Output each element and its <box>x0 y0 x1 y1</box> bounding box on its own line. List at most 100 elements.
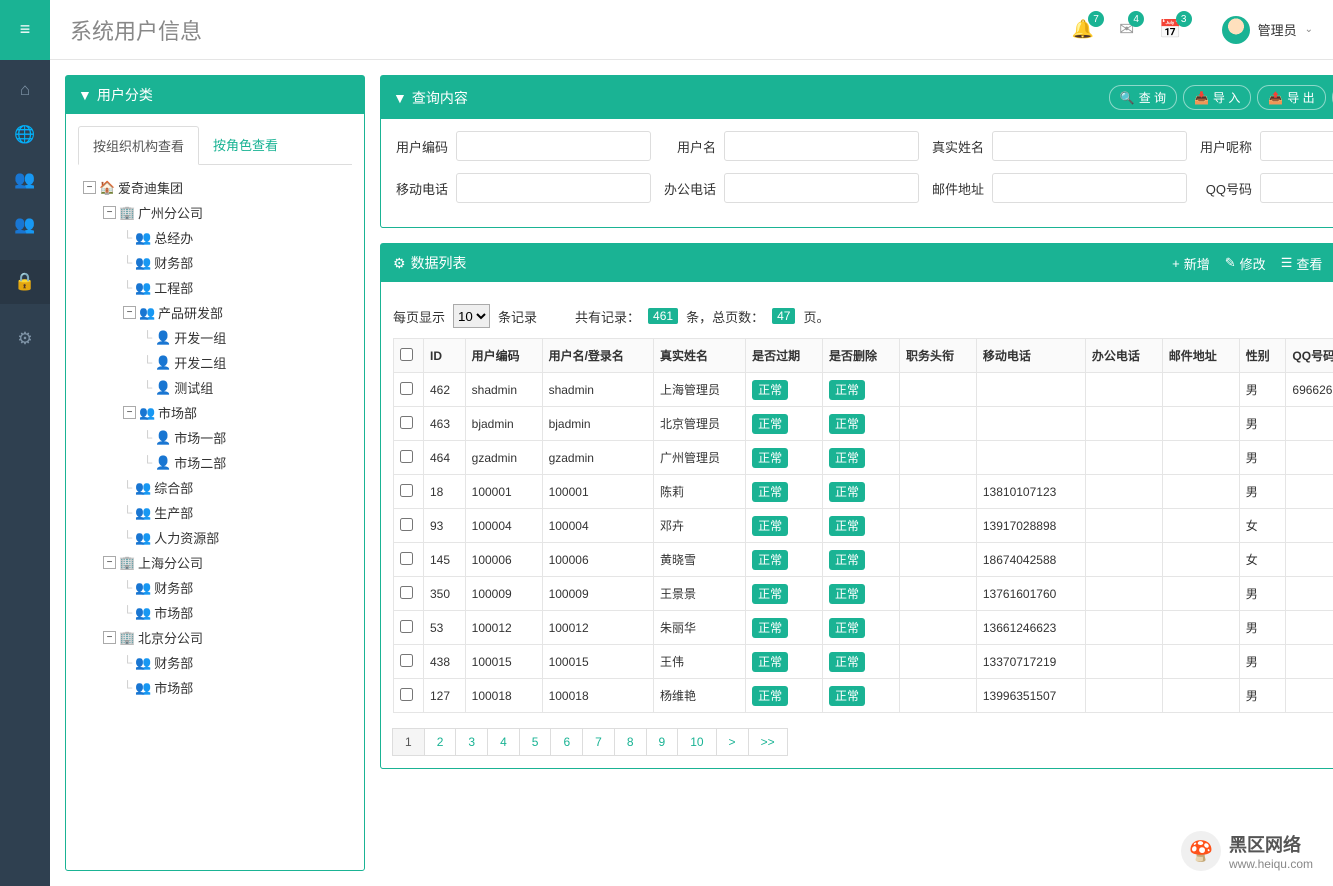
nav-lock-icon[interactable]: 🔒 <box>0 260 50 304</box>
col-email[interactable]: 邮件地址 <box>1162 339 1239 373</box>
table-row[interactable]: 93 100004 100004 邓卉 正常 正常 13917028898 女 … <box>394 509 1333 543</box>
tree-node[interactable]: 市场部 <box>154 678 193 697</box>
tree-toggle[interactable]: − <box>83 181 96 194</box>
row-checkbox[interactable] <box>400 484 413 497</box>
page-button[interactable]: 8 <box>614 728 647 756</box>
row-checkbox[interactable] <box>400 620 413 633</box>
export-button[interactable]: 📤导 出 <box>1257 85 1325 110</box>
table-row[interactable]: 438 100015 100015 王伟 正常 正常 13370717219 男… <box>394 645 1333 679</box>
row-checkbox[interactable] <box>400 552 413 565</box>
page-button[interactable]: 10 <box>677 728 716 756</box>
table-row[interactable]: 145 100006 100006 黄晓雪 正常 正常 18674042588 … <box>394 543 1333 577</box>
page-button[interactable]: 6 <box>550 728 583 756</box>
nav-globe-icon[interactable]: 🌐 <box>14 125 35 145</box>
page-button[interactable]: > <box>716 728 749 756</box>
tree-node[interactable]: 开发一组 <box>174 328 226 347</box>
col-login[interactable]: 用户名/登录名 <box>542 339 653 373</box>
search-button[interactable]: 🔍查 询 <box>1109 85 1177 110</box>
tree-node-gz[interactable]: 广州分公司 <box>138 203 203 222</box>
input-nickname[interactable] <box>1260 131 1333 161</box>
tab-by-role[interactable]: 按角色查看 <box>199 126 292 164</box>
tree-root[interactable]: 爱奇迪集团 <box>118 178 183 197</box>
tree-node[interactable]: 市场部 <box>154 603 193 622</box>
page-button[interactable]: 5 <box>519 728 552 756</box>
tree-node-bj[interactable]: 北京分公司 <box>138 628 203 647</box>
add-button[interactable]: +新增 <box>1172 254 1210 273</box>
menu-toggle-button[interactable]: ≡ <box>0 0 50 60</box>
col-id[interactable]: ID <box>424 339 466 373</box>
tree-node[interactable]: 人力资源部 <box>154 528 219 547</box>
select-all-checkbox[interactable] <box>400 348 413 361</box>
tree-node[interactable]: 开发二组 <box>174 353 226 372</box>
nav-home-icon[interactable]: ⌂ <box>20 80 30 100</box>
user-menu[interactable]: 管理员 ⌄ <box>1222 16 1313 44</box>
table-row[interactable]: 464 gzadmin gzadmin 广州管理员 正常 正常 男 🔍 ✎ ✖ <box>394 441 1333 475</box>
table-row[interactable]: 350 100009 100009 王景景 正常 正常 13761601760 … <box>394 577 1333 611</box>
col-qq[interactable]: QQ号码 <box>1286 339 1333 373</box>
tree-node[interactable]: 市场部 <box>158 403 197 422</box>
view-button[interactable]: ☰查看 <box>1281 254 1323 273</box>
page-button[interactable]: 1 <box>392 728 425 756</box>
table-row[interactable]: 463 bjadmin bjadmin 北京管理员 正常 正常 男 🔍 ✎ ✖ <box>394 407 1333 441</box>
tree-node[interactable]: 产品研发部 <box>158 303 223 322</box>
table-row[interactable]: 53 100012 100012 朱丽华 正常 正常 13661246623 男… <box>394 611 1333 645</box>
pagesize-select[interactable]: 10 <box>453 304 490 328</box>
col-gender[interactable]: 性别 <box>1239 339 1286 373</box>
col-expired[interactable]: 是否过期 <box>746 339 823 373</box>
tree-node[interactable]: 总经办 <box>154 228 193 247</box>
nav-users-icon[interactable]: 👥 <box>14 170 35 190</box>
col-mobile[interactable]: 移动电话 <box>976 339 1085 373</box>
page-button[interactable]: 3 <box>455 728 488 756</box>
input-office[interactable] <box>724 173 919 203</box>
row-checkbox[interactable] <box>400 688 413 701</box>
input-mobile[interactable] <box>456 173 651 203</box>
nav-gear-icon[interactable]: ⚙ <box>17 329 32 349</box>
col-title[interactable]: 职务头衔 <box>899 339 976 373</box>
tree-toggle[interactable]: − <box>103 556 116 569</box>
import-button[interactable]: 📥导 入 <box>1183 85 1251 110</box>
row-checkbox[interactable] <box>400 654 413 667</box>
row-checkbox[interactable] <box>400 586 413 599</box>
nav-users2-icon[interactable]: 👥 <box>14 215 35 235</box>
col-realname[interactable]: 真实姓名 <box>653 339 745 373</box>
tree-toggle[interactable]: − <box>123 306 136 319</box>
notif-bell-button[interactable]: 🔔 7 <box>1072 19 1094 40</box>
table-row[interactable]: 462 shadmin shadmin 上海管理员 正常 正常 男 696626… <box>394 373 1333 407</box>
page-button[interactable]: 4 <box>487 728 520 756</box>
tree-node[interactable]: 综合部 <box>154 478 193 497</box>
table-row[interactable]: 127 100018 100018 杨维艳 正常 正常 13996351507 … <box>394 679 1333 713</box>
tree-node[interactable]: 市场二部 <box>174 453 226 472</box>
tree-node[interactable]: 工程部 <box>154 278 193 297</box>
input-email[interactable] <box>992 173 1187 203</box>
notif-mail-button[interactable]: ✉ 4 <box>1119 19 1134 40</box>
tree-node[interactable]: 生产部 <box>154 503 193 522</box>
page-button[interactable]: 2 <box>424 728 457 756</box>
tree-toggle[interactable]: − <box>123 406 136 419</box>
input-usercode[interactable] <box>456 131 651 161</box>
input-username[interactable] <box>724 131 919 161</box>
tree-node[interactable]: 测试组 <box>174 378 213 397</box>
row-checkbox[interactable] <box>400 450 413 463</box>
tree-node[interactable]: 财务部 <box>154 653 193 672</box>
tree-toggle[interactable]: − <box>103 631 116 644</box>
tree-node[interactable]: 财务部 <box>154 578 193 597</box>
page-button[interactable]: 9 <box>646 728 679 756</box>
tree-node-sh[interactable]: 上海分公司 <box>138 553 203 572</box>
table-row[interactable]: 18 100001 100001 陈莉 正常 正常 13810107123 男 … <box>394 475 1333 509</box>
tree-node[interactable]: 市场一部 <box>174 428 226 447</box>
tree-toggle[interactable]: − <box>103 206 116 219</box>
tab-by-org[interactable]: 按组织机构查看 <box>78 126 199 165</box>
row-checkbox[interactable] <box>400 416 413 429</box>
input-realname[interactable] <box>992 131 1187 161</box>
input-qq[interactable] <box>1260 173 1333 203</box>
edit-button[interactable]: ✎修改 <box>1225 254 1266 273</box>
row-checkbox[interactable] <box>400 518 413 531</box>
col-deleted[interactable]: 是否删除 <box>823 339 900 373</box>
col-usercode[interactable]: 用户编码 <box>465 339 542 373</box>
page-button[interactable]: >> <box>748 728 788 756</box>
row-checkbox[interactable] <box>400 382 413 395</box>
notif-calendar-button[interactable]: 📅 3 <box>1159 19 1181 40</box>
tree-node[interactable]: 财务部 <box>154 253 193 272</box>
page-button[interactable]: 7 <box>582 728 615 756</box>
col-office[interactable]: 办公电话 <box>1085 339 1162 373</box>
